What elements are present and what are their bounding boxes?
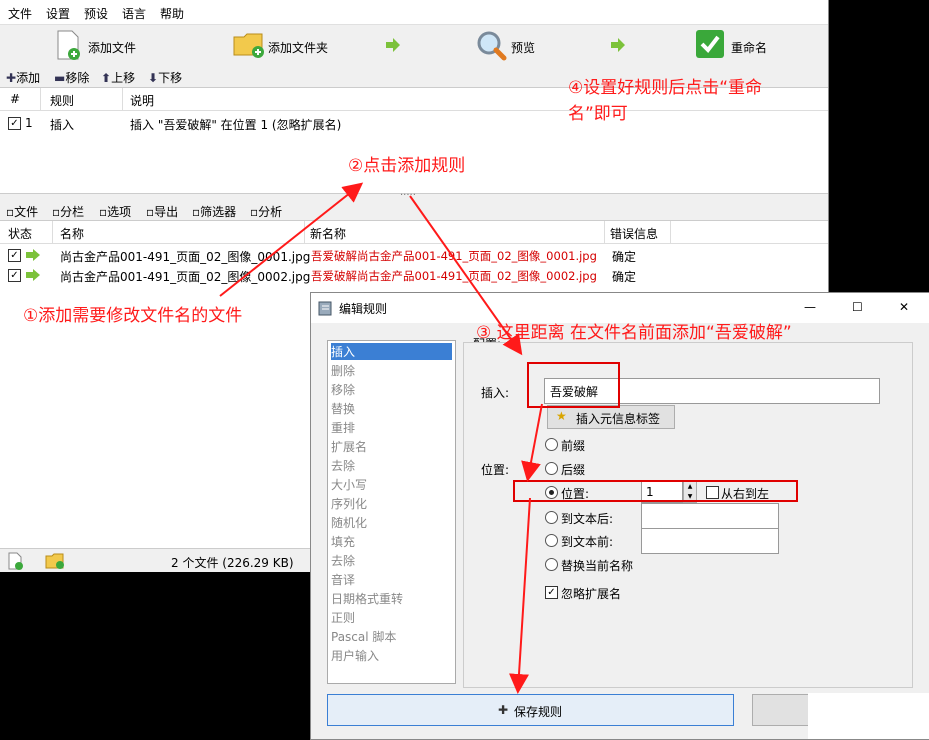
annotation-step2: ②点击添加规则 (348, 156, 466, 176)
annotation-step1: ①添加需要修改文件名的文件 (23, 306, 243, 326)
annotation-arrows (219, 182, 543, 694)
annotation-step4-line2: 名”即可 (568, 104, 628, 124)
annotation-step3: ③ 这里距离 在文件名前面添加“吾爱破解” (476, 323, 792, 343)
annotation-step4-line1: ④设置好规则后点击“重命 (568, 78, 763, 98)
